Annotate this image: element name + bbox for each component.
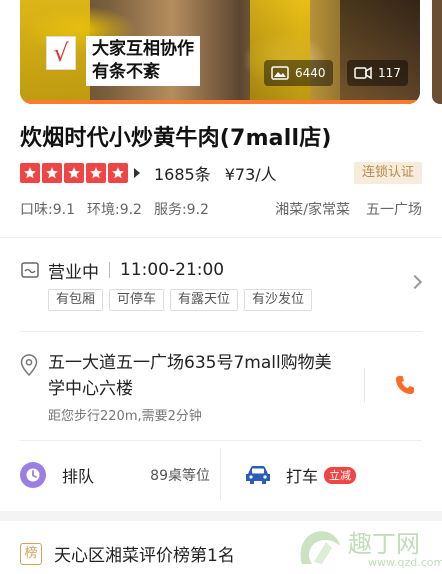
image-icon	[271, 66, 289, 80]
facility-tag: 可停车	[109, 289, 165, 311]
walking-distance: 距您步行220m,需要2分钟	[48, 409, 202, 424]
photo-count-badge[interactable]: 6440	[264, 60, 333, 86]
photo-detail	[250, 0, 310, 104]
star-icon	[64, 163, 84, 183]
cuisine-label[interactable]: 湘菜/家常菜	[275, 199, 350, 219]
watermark-logo-icon	[300, 531, 340, 564]
address-separator	[364, 368, 365, 402]
hours-separator	[109, 262, 110, 278]
watermark: 趣丁网 www.qzd.com	[296, 520, 442, 574]
phone-icon[interactable]	[394, 374, 416, 396]
queue-count: 89桌等位	[150, 468, 210, 484]
category-info: 湘菜/家常菜 五一广场	[275, 199, 422, 219]
taste-score: 口味:9.1	[20, 202, 75, 218]
calendar-icon	[21, 262, 39, 278]
brand-logo-icon: √	[46, 36, 76, 70]
service-score: 服务:9.2	[153, 202, 209, 218]
video-icon	[354, 66, 372, 80]
shop-name: 炊烟时代小炒黄牛肉(7mall店)	[20, 126, 332, 151]
ranking-badge-icon: 榜	[20, 542, 42, 565]
discount-badge: 立减	[324, 466, 357, 484]
star-icon	[20, 163, 40, 183]
environment-score: 环境:9.2	[86, 202, 142, 218]
facility-tags: 有包厢 可停车 有露天位 有沙发位	[48, 289, 313, 311]
shop-address[interactable]: 五一大道五一广场635号7mall购物美学中心六楼	[48, 350, 348, 402]
hero-photo[interactable]: √ 大家互相协作 有条不紊 6440 117	[20, 0, 420, 104]
business-hours[interactable]: 营业中 11:00-21:00	[20, 258, 225, 283]
ranking-entry[interactable]: 榜 天心区湘菜评价榜第1名	[20, 541, 235, 566]
brand-logo-glyph: √	[53, 39, 69, 67]
ranking-text: 天心区湘菜评价榜第1名	[54, 546, 235, 566]
sub-scores: 口味:9.1 环境:9.2 服务:9.2	[20, 199, 209, 219]
review-count[interactable]: 1685条	[154, 161, 211, 185]
section-divider	[20, 440, 422, 441]
next-photo-peek[interactable]	[432, 0, 442, 104]
video-count-badge[interactable]: 117	[347, 60, 408, 86]
video-count: 117	[378, 66, 401, 80]
photo-caption: 大家互相协作 有条不紊	[86, 36, 200, 86]
photo-progress-bar	[20, 100, 420, 104]
watermark-name: 趣丁网	[348, 530, 420, 558]
average-price: ¥73/人	[224, 165, 277, 184]
facility-tag: 有沙发位	[244, 289, 313, 311]
star-icon	[86, 163, 106, 183]
watermark-url: www.qzd.com	[368, 556, 442, 569]
area-label[interactable]: 五一广场	[366, 199, 422, 219]
facility-tag: 有露天位	[170, 289, 239, 311]
section-divider	[0, 237, 442, 238]
queue-entry[interactable]: 排队 89桌等位	[20, 458, 210, 492]
play-triangle-icon	[134, 168, 140, 178]
clock-icon	[20, 462, 46, 488]
queue-taxi-separator	[220, 448, 221, 500]
caption-line-1: 大家互相协作	[92, 39, 194, 59]
taxi-label: 打车	[286, 467, 319, 486]
star-icon	[42, 163, 62, 183]
facility-tag: 有包厢	[48, 289, 104, 311]
opening-hours: 11:00-21:00	[120, 260, 225, 280]
star-icon	[108, 163, 128, 183]
photo-detail	[340, 0, 420, 104]
rating-row[interactable]: 1685条 ¥73/人 连锁认证	[20, 161, 422, 185]
star-rating	[20, 163, 128, 183]
taxi-entry[interactable]: 打车 立减	[244, 458, 357, 492]
car-icon	[246, 466, 270, 484]
open-status: 营业中	[48, 262, 99, 283]
location-pin-icon	[20, 354, 38, 376]
queue-label: 排队	[62, 467, 95, 486]
section-divider	[20, 331, 422, 332]
chain-certified-badge[interactable]: 连锁认证	[353, 162, 422, 184]
caption-line-2: 有条不紊	[92, 62, 160, 82]
photo-count: 6440	[295, 66, 326, 80]
chevron-right-icon[interactable]	[407, 274, 423, 290]
